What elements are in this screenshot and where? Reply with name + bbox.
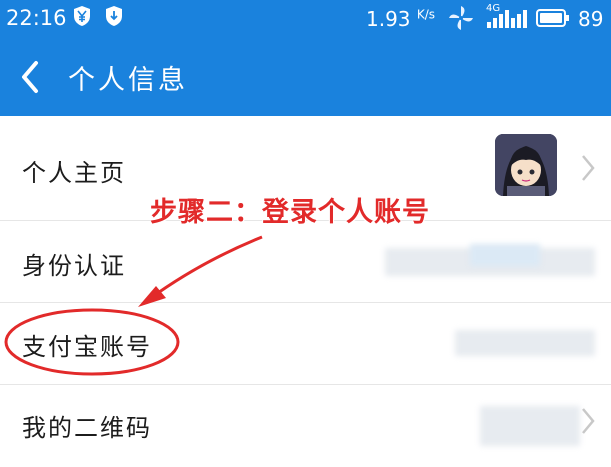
annotation-text: 步骤二：登录个人账号 [150, 197, 430, 228]
row-identity-verification[interactable]: 身份认证 [0, 220, 611, 303]
battery-icon [536, 9, 569, 27]
row-label-alipay: 支付宝账号 [22, 333, 152, 361]
chevron-right-icon [582, 408, 595, 434]
chevron-right-icon [582, 155, 595, 181]
blurred-account [455, 330, 595, 356]
download-shield-icon [106, 6, 122, 26]
status-bar: 22:16 1.93 K/s 4G 89 [0, 0, 611, 38]
signal-icon: 4G [486, 4, 528, 32]
yuan-shield-icon [74, 6, 90, 26]
status-time: 22:16 [6, 6, 67, 30]
net-speed: 1.93 K/s [366, 7, 436, 31]
blurred-qrcode [480, 406, 580, 446]
row-label-qrcode: 我的二维码 [22, 414, 152, 442]
pinwheel-icon [449, 6, 473, 30]
chevron-left-icon[interactable] [14, 58, 46, 96]
row-label-identity: 身份认证 [22, 252, 126, 280]
app-header: 个人信息 [0, 38, 611, 116]
row-alipay-account[interactable]: 支付宝账号 [0, 302, 611, 385]
page-title: 个人信息 [68, 65, 188, 96]
profile-list: 个人主页 身份认证 支付宝账号 我的二维码 [0, 116, 611, 467]
blurred-value-highlight [470, 244, 540, 266]
battery-level: 89 [578, 7, 604, 31]
row-my-qrcode[interactable]: 我的二维码 [0, 384, 611, 467]
row-label-homepage: 个人主页 [22, 159, 126, 187]
avatar [495, 134, 557, 196]
